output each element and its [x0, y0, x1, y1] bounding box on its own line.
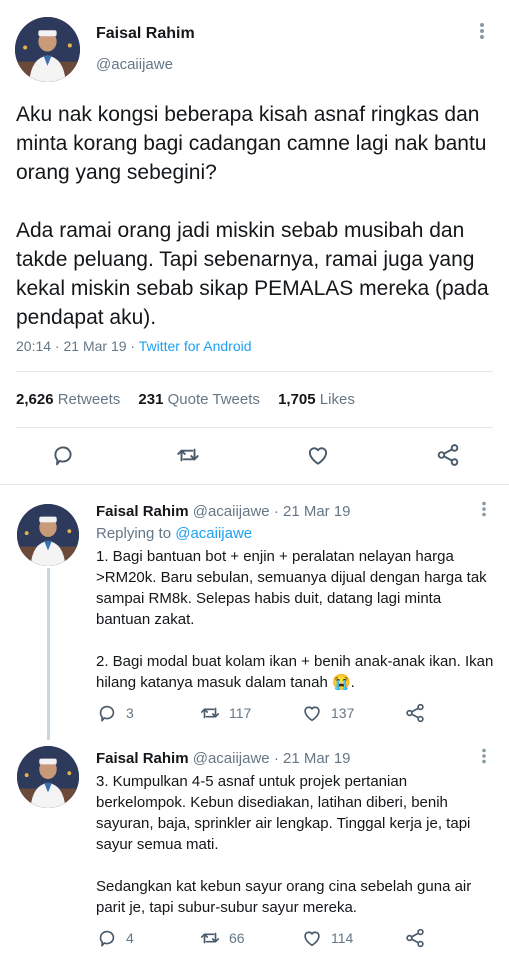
reply-author-name[interactable]: Faisal Rahim [96, 750, 189, 767]
tweet-stats: 2,626 Retweets 231 Quote Tweets 1,705 Li… [16, 391, 369, 408]
like-icon [304, 931, 320, 947]
reply-button[interactable]: 3 [96, 702, 134, 724]
tweet-meta: 20:14 · 21 Mar 19 · Twitter for Android [16, 338, 252, 354]
retweet-count: 117 [229, 705, 252, 721]
reply-action-bar: 4 66 114 [96, 927, 496, 951]
author-avatar[interactable] [15, 17, 80, 82]
reply-count: 3 [126, 705, 134, 721]
retweets-stat[interactable]: 2,626 Retweets [16, 391, 120, 408]
more-options-icon[interactable] [481, 748, 487, 767]
retweet-icon[interactable] [173, 440, 203, 470]
like-icon [304, 706, 320, 722]
thread-line [47, 568, 50, 740]
retweet-button[interactable]: 66 [199, 927, 245, 949]
share-button[interactable] [404, 702, 426, 724]
reply-icon[interactable] [48, 440, 78, 470]
retweet-button[interactable]: 117 [199, 702, 251, 724]
reply-header: Faisal Rahim @acaiijawe · 21 Mar 19 [96, 503, 351, 520]
avatar-image [17, 504, 79, 566]
tweet-timestamp: 20:14 · 21 Mar 19 · [16, 338, 139, 354]
divider [16, 371, 493, 372]
retweet-icon [200, 707, 220, 719]
reply-icon [99, 705, 115, 722]
author-handle[interactable]: @acaiijawe [96, 56, 173, 73]
like-count: 114 [331, 930, 354, 946]
reply-icon [99, 930, 115, 947]
likes-stat[interactable]: 1,705 Likes [278, 391, 355, 408]
reply-button[interactable]: 4 [96, 927, 134, 949]
divider [0, 484, 509, 485]
share-icon [406, 703, 424, 723]
share-button[interactable] [404, 927, 426, 949]
divider [16, 427, 493, 428]
reply-action-bar: 3 117 137 [96, 702, 496, 726]
share-icon[interactable] [433, 440, 463, 470]
reply-header: Faisal Rahim @acaiijawe · 21 Mar 19 [96, 750, 351, 767]
tweet-text: Aku nak kongsi beberapa kisah asnaf ring… [16, 103, 489, 329]
more-options-icon[interactable] [479, 22, 493, 43]
reply-handle-date: @acaiijawe · 21 Mar 19 [192, 750, 351, 767]
reply-author-name[interactable]: Faisal Rahim [96, 503, 189, 520]
like-button[interactable]: 114 [301, 927, 353, 949]
tweet-source-link[interactable]: Twitter for Android [139, 338, 252, 354]
avatar-image [15, 17, 80, 82]
reply-avatar[interactable] [17, 746, 79, 808]
like-icon[interactable] [303, 440, 333, 470]
more-options-icon[interactable] [481, 501, 487, 520]
reply-text: 1. Bagi bantuan bot + enjin + peralatan … [96, 548, 494, 691]
replying-to: Replying to @acaiijawe [96, 525, 253, 542]
like-button[interactable]: 137 [301, 702, 354, 724]
author-name[interactable]: Faisal Rahim [96, 25, 195, 43]
share-icon [406, 928, 424, 948]
avatar-image [17, 746, 79, 808]
tweet-action-bar [0, 440, 509, 476]
replying-to-link[interactable]: @acaiijawe [175, 525, 252, 542]
retweet-icon [200, 932, 220, 944]
reply-text: 3. Kumpulkan 4-5 asnaf untuk projek pert… [96, 773, 472, 916]
reply-count: 4 [126, 930, 134, 946]
reply-avatar[interactable] [17, 504, 79, 566]
reply-handle-date: @acaiijawe · 21 Mar 19 [192, 503, 351, 520]
like-count: 137 [331, 705, 355, 721]
quote-tweets-stat[interactable]: 231 Quote Tweets [138, 391, 259, 408]
retweet-count: 66 [229, 930, 245, 946]
